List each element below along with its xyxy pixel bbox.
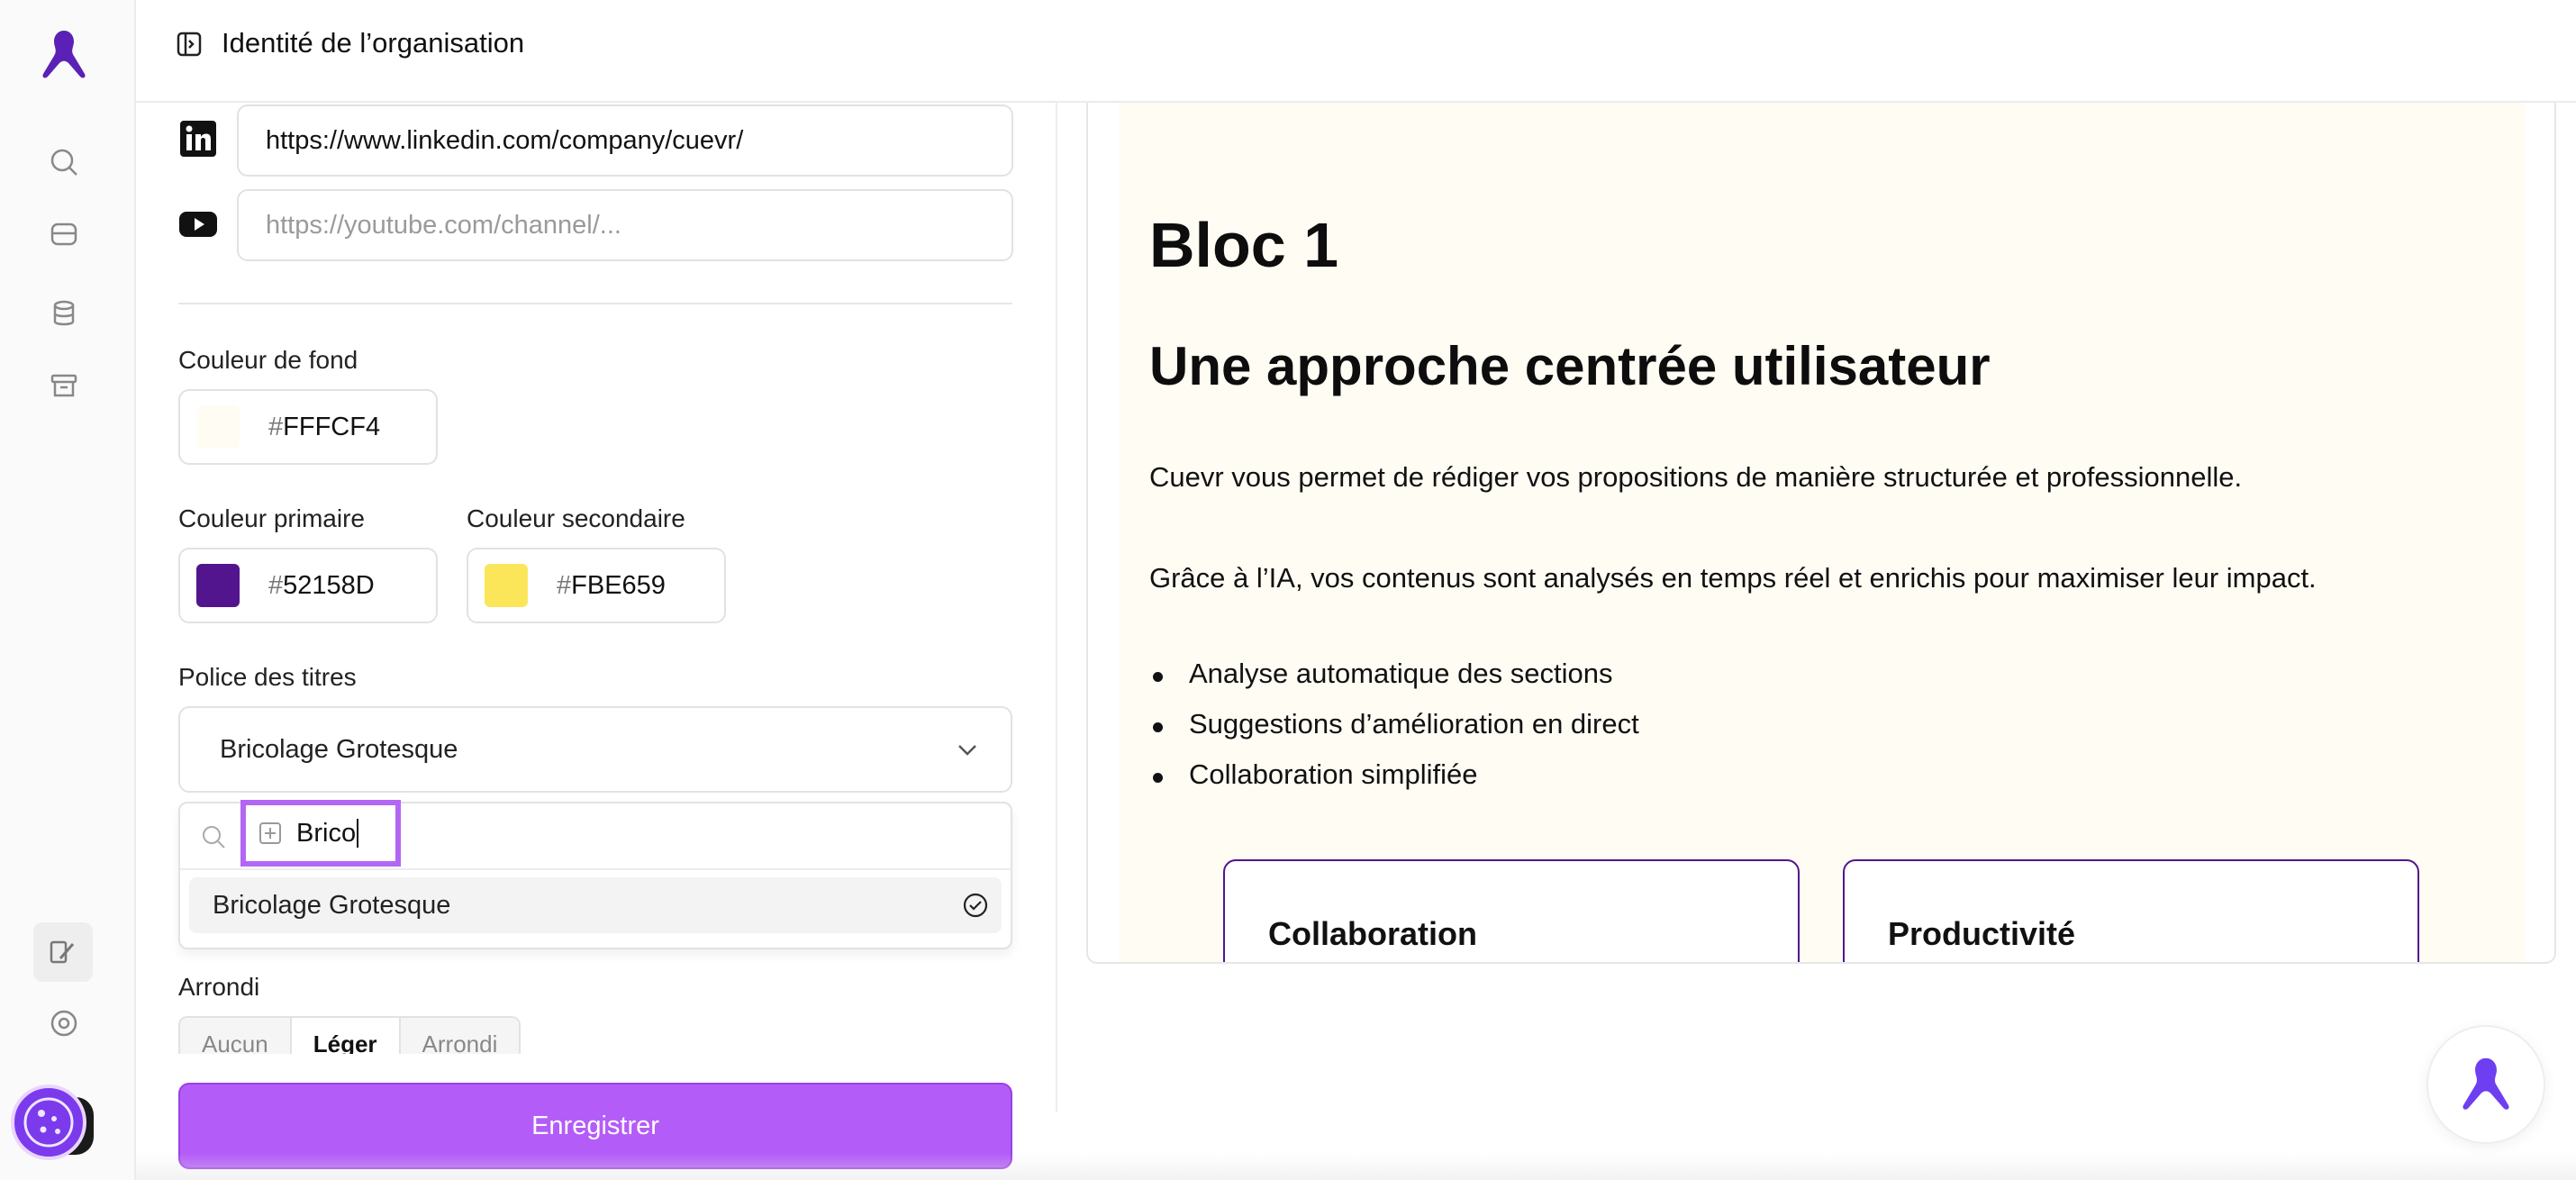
preview-bullet-list: Analyse automatique des sections Suggest… [1149,658,1639,809]
list-item: Collaboration simplifiée [1149,758,1639,809]
preview-card: Productivité [1843,859,2419,962]
background-color-field[interactable]: #FFFCF4 [178,389,438,465]
background-color-label: Couleur de fond [178,346,358,374]
rounding-label: Arrondi [178,973,260,1001]
background-color-hex: FFFCF4 [283,412,381,441]
rounding-option-rounded[interactable]: Arrondi [400,1018,520,1054]
search-icon [203,826,225,849]
preview-heading-1: Bloc 1 [1149,210,1339,280]
panel-divider [1056,103,1057,1112]
preview-paragraph: Cuevr vous permet de rédiger vos proposi… [1149,461,2243,493]
header: Identité de l’organisation [136,0,2576,103]
secondary-color-swatch[interactable] [485,564,528,607]
preview-paragraph: Grâce à l’IA, vos contenus sont analysés… [1149,562,2317,594]
database-icon[interactable] [44,294,84,333]
primary-color-field[interactable]: #52158D [178,548,438,623]
list-item: Suggestions d’amélioration en direct [1149,708,1639,758]
divider [178,303,1012,304]
linkedin-url-input[interactable]: https://www.linkedin.com/company/cuevr/ [237,104,1013,177]
plus-square-icon [259,822,281,844]
preview-canvas: Bloc 1 Une approche centrée utilisateur … [1119,103,2526,962]
list-item: Analyse automatique des sections [1149,658,1639,708]
font-search-query: Brico [296,818,357,848]
assistant-button[interactable] [2426,1025,2545,1144]
primary-color-hex: 52158D [283,570,375,600]
page-title: Identité de l’organisation [222,27,525,59]
rounding-segmented-control: Aucun Léger Arrondi [178,1016,522,1054]
linkedin-row [178,119,218,159]
text-caret [357,819,359,848]
secondary-color-field[interactable]: #FBE659 [467,548,726,623]
settings-form: https://www.linkedin.com/company/cuevr/ … [136,103,1057,1180]
sidebar [0,0,136,1180]
secondary-color-label: Couleur secondaire [467,504,685,532]
youtube-row [178,204,218,244]
font-search-input[interactable]: Brico [240,800,401,867]
heading-font-select[interactable]: Bricolage Grotesque [178,706,1012,793]
check-circle-icon [963,893,988,918]
secondary-color-hex: FBE659 [571,570,666,600]
background-color-swatch[interactable] [196,405,240,449]
preview-heading-2: Une approche centrée utilisateur [1149,336,1991,396]
rounding-option-light[interactable]: Léger [291,1018,401,1054]
font-option-label: Bricolage Grotesque [213,890,451,920]
inbox-icon[interactable] [44,214,84,254]
heading-font-value: Bricolage Grotesque [220,734,458,764]
cookie-icon[interactable] [11,1085,86,1160]
preview-panel: Bloc 1 Une approche centrée utilisateur … [1086,103,2556,964]
bottom-fade [136,1153,2576,1180]
font-option[interactable]: Bricolage Grotesque [189,877,1002,933]
rounding-option-none[interactable]: Aucun [180,1018,292,1054]
font-search-bar: Brico [180,800,1011,870]
primary-color-label: Couleur primaire [178,504,365,532]
primary-color-swatch[interactable] [196,564,240,607]
youtube-icon [179,212,217,237]
logo-icon[interactable] [32,27,95,81]
logo-icon [2463,1057,2509,1110]
help-circle-icon[interactable] [44,1003,84,1043]
heading-font-label: Police des titres [178,663,357,691]
card-title: Productivité [1888,915,2076,952]
preview-card: Collaboration [1223,859,1800,962]
brush-icon[interactable] [33,922,93,982]
youtube-url-input[interactable]: https://youtube.com/channel/... [237,189,1013,261]
font-dropdown: Brico Bricolage Grotesque [178,800,1012,949]
sidebar-toggle-icon[interactable] [176,31,203,58]
chevron-down-icon [958,745,976,756]
linkedin-icon [180,121,216,157]
archive-icon[interactable] [44,366,84,405]
card-title: Collaboration [1268,915,1477,952]
search-icon[interactable] [44,142,84,182]
